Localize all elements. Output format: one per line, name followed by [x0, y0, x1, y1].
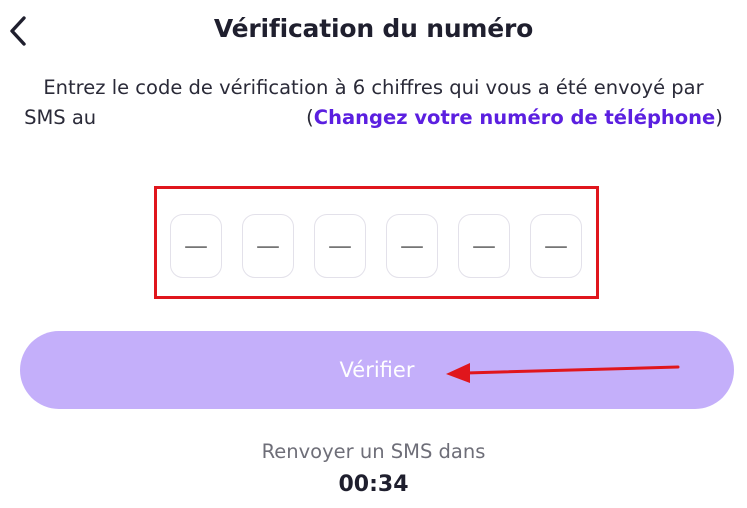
code-digit-3[interactable] [314, 214, 366, 278]
code-digit-2[interactable] [242, 214, 294, 278]
change-phone-number-link[interactable]: Changez votre numéro de téléphone [314, 106, 716, 129]
code-digit-6[interactable] [530, 214, 582, 278]
resend-sms-label: Renvoyer un SMS dans [261, 440, 486, 463]
code-digit-5[interactable] [458, 214, 510, 278]
paren-open: ( [306, 106, 314, 129]
verify-button[interactable]: Vérifier [20, 331, 734, 409]
page-title: Vérification du numéro [213, 14, 534, 43]
verification-code-inputs [170, 214, 582, 278]
code-digit-4[interactable] [386, 214, 438, 278]
instructions-text: Entrez le code de vérification à 6 chiff… [20, 73, 727, 133]
paren-close: ) [715, 106, 723, 129]
code-digit-1[interactable] [170, 214, 222, 278]
resend-countdown: 00:34 [338, 472, 409, 497]
